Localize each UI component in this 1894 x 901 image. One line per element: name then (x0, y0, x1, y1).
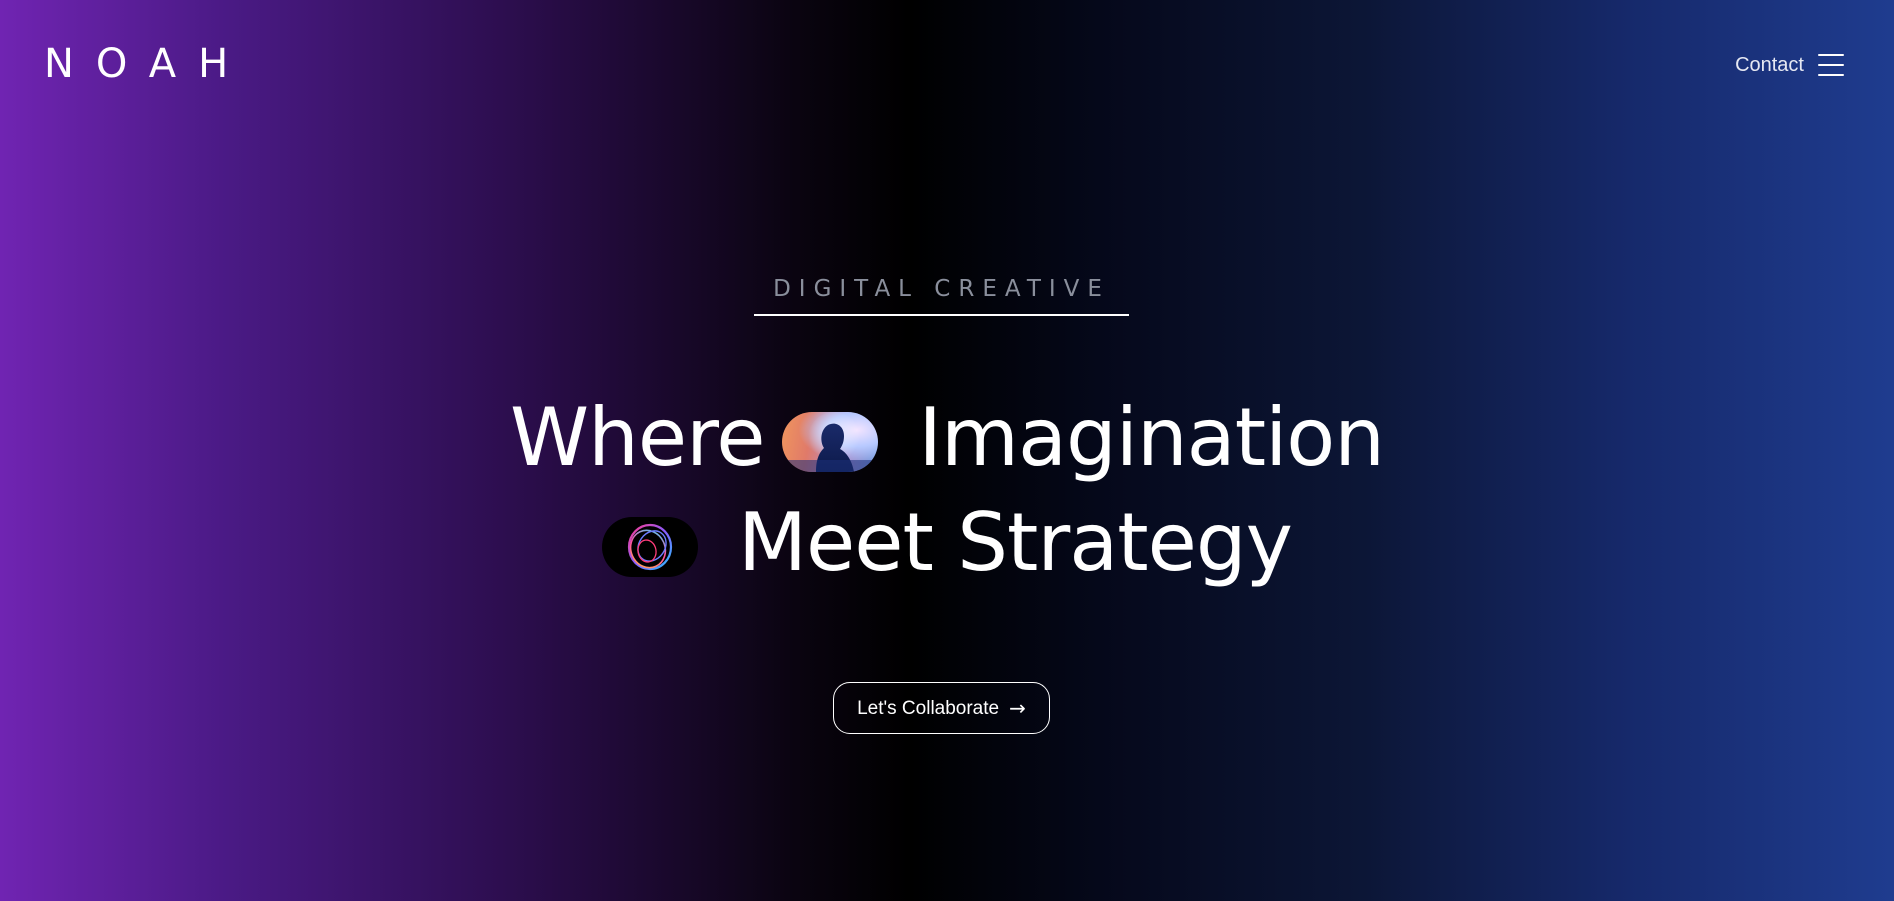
portrait-silhouette-image (782, 412, 879, 472)
eyebrow-text: DIGITAL CREATIVE (773, 276, 1110, 302)
cta-label: Let's Collaborate (857, 697, 1000, 719)
headline-meet-strategy: Meet Strategy (737, 496, 1293, 589)
menu-bar (1818, 54, 1844, 56)
headline-line-1: Where Imagination (0, 398, 1894, 478)
arrow-right-icon: → (1009, 696, 1026, 720)
eyebrow-heading: DIGITAL CREATIVE (754, 272, 1129, 316)
contact-link[interactable]: Contact (1735, 55, 1804, 75)
headline-line-2: Meet Strategy (0, 503, 1894, 583)
lets-collaborate-button[interactable]: Let's Collaborate → (833, 682, 1050, 734)
top-nav: Contact (1735, 54, 1844, 76)
headline-word-imagination: Imagination (918, 391, 1385, 484)
brand-logo[interactable]: NOAH (44, 44, 250, 84)
menu-bar (1818, 64, 1844, 66)
menu-bar (1818, 74, 1844, 76)
headline-word-where: Where (510, 391, 765, 484)
glowing-orb-image (601, 517, 698, 577)
hamburger-menu-icon[interactable] (1818, 54, 1844, 76)
